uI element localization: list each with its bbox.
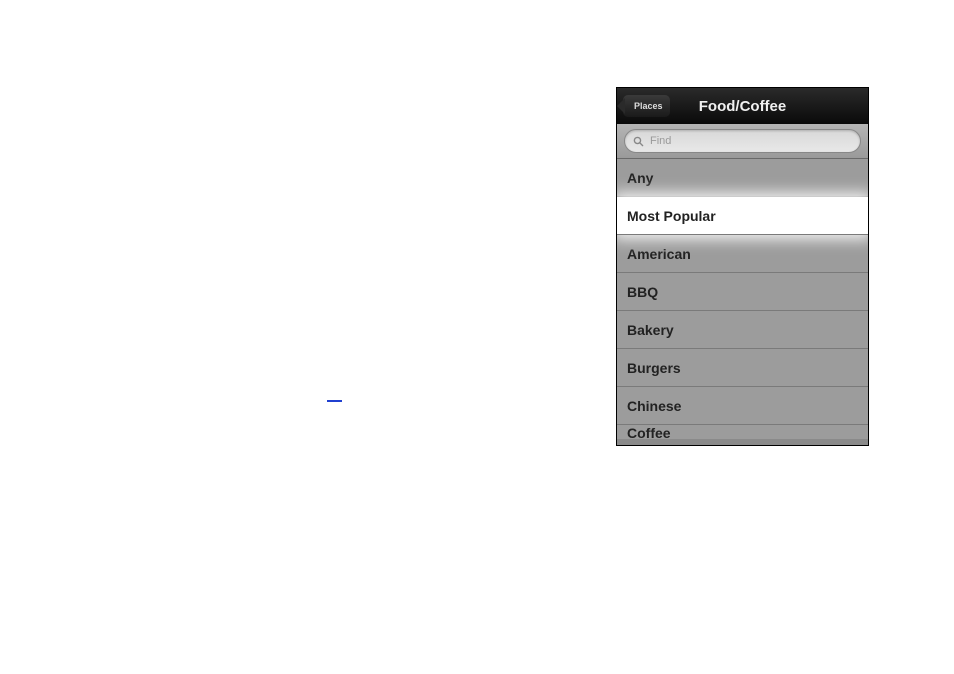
list-item[interactable]: Chinese (617, 387, 868, 425)
search-icon (633, 136, 644, 147)
list-item[interactable]: Any (617, 159, 868, 197)
list-item[interactable]: American (617, 235, 868, 273)
page-title: Food/Coffee (699, 98, 787, 115)
list-item[interactable]: Most Popular (617, 197, 868, 235)
list-item[interactable]: BBQ (617, 273, 868, 311)
search-bar (617, 124, 868, 159)
category-list: Any Most Popular American BBQ Bakery Bur… (617, 159, 868, 439)
search-input[interactable] (650, 135, 852, 147)
stray-underline (327, 400, 342, 402)
list-item[interactable]: Bakery (617, 311, 868, 349)
list-item[interactable]: Coffee (617, 425, 868, 439)
back-button[interactable]: Places (623, 95, 670, 117)
list-item[interactable]: Burgers (617, 349, 868, 387)
nav-bar: Places Food/Coffee (617, 88, 868, 124)
search-field[interactable] (624, 129, 861, 153)
phone-screenshot: Places Food/Coffee Any Most Popular Amer… (616, 87, 869, 446)
